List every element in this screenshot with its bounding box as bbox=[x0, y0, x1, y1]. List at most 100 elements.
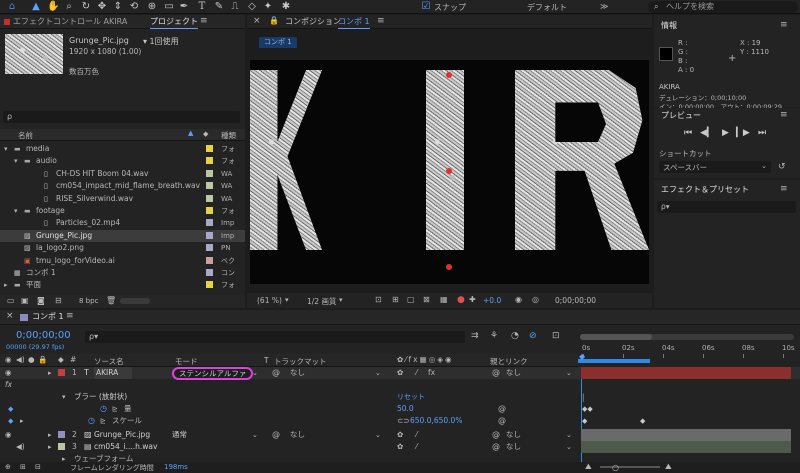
property-value[interactable]: 50.0 bbox=[397, 403, 414, 415]
help-search[interactable]: ⌕ ヘルプを検索 bbox=[648, 1, 798, 13]
timeline-search-input[interactable]: ρ▾ bbox=[85, 331, 465, 343]
tab-project[interactable]: プロジェクト bbox=[150, 15, 198, 29]
quality-switch-icon[interactable]: ⁄ bbox=[416, 367, 417, 379]
pickwhip-icon[interactable]: @ bbox=[498, 403, 506, 415]
layer-row[interactable]: ◀) ▸ 3 ▤ cm054_i....h.wav ✿ ⁄ @ なし ⌄ bbox=[0, 441, 800, 453]
zoom-tool-icon[interactable]: ⌕ bbox=[63, 1, 75, 13]
toggle-modes-icon[interactable]: ⊞ bbox=[20, 463, 26, 471]
label-color-swatch[interactable] bbox=[206, 145, 213, 152]
composition-viewer[interactable]: K I R bbox=[250, 60, 649, 284]
chevron-down-icon[interactable]: ⌄ bbox=[252, 429, 258, 441]
mask-icon[interactable]: ▢ bbox=[407, 295, 415, 304]
switches-column-icons[interactable]: ✿⁄fx▦◎◈◉ bbox=[397, 355, 454, 364]
pickwhip-icon[interactable]: @ bbox=[492, 429, 500, 441]
reset-link[interactable]: リセット bbox=[397, 391, 425, 403]
project-item[interactable]: ▯ Particles_02.mp4 Imp bbox=[0, 217, 245, 229]
orbit-tool-icon[interactable]: ↻ bbox=[80, 1, 92, 13]
pan-tool-icon[interactable]: ✥ bbox=[96, 1, 108, 13]
pen-tool-icon[interactable]: ✒ bbox=[178, 1, 190, 13]
label-color-swatch[interactable] bbox=[206, 194, 213, 202]
new-folder-icon[interactable]: ▣ bbox=[21, 296, 29, 305]
layer-name[interactable]: cm054_i....h.wav bbox=[94, 441, 157, 453]
chevron-down-icon[interactable]: ▾ bbox=[14, 155, 18, 167]
column-source-name[interactable]: ソース名 bbox=[94, 356, 124, 367]
label-color-swatch[interactable] bbox=[206, 281, 213, 289]
brush-tool-icon[interactable]: ✎ bbox=[213, 1, 225, 13]
current-time[interactable]: 0;00;00;00 bbox=[555, 296, 596, 305]
mode-dropdown[interactable]: 通常 bbox=[172, 429, 187, 441]
exposure-icon[interactable]: ✚ bbox=[469, 295, 476, 304]
keyframe-icon[interactable]: ◆ bbox=[582, 415, 587, 427]
comp-breadcrumb[interactable]: コンポ 1 bbox=[259, 37, 297, 48]
constrain-proportions-icon[interactable]: ⊂⊃ bbox=[397, 415, 410, 427]
stopwatch-icon[interactable]: ◷ bbox=[88, 415, 95, 427]
home-icon[interactable]: ⌂ bbox=[6, 1, 18, 13]
preserve-transparency-icon[interactable]: @ bbox=[272, 367, 280, 379]
pickwhip-icon[interactable]: @ bbox=[492, 441, 500, 453]
motion-blur-icon[interactable]: ⊘ bbox=[529, 331, 537, 341]
property-row[interactable]: ◆ ▸ ◷ ⊵ スケール ⊂⊃ 650.0,650.0% @ ◆ ◆ bbox=[0, 415, 800, 427]
resolution-dropdown[interactable]: 1/2 画質 bbox=[307, 296, 336, 307]
stopwatch-icon[interactable]: ◷ bbox=[100, 403, 107, 415]
keyframe-nav-icon[interactable]: ◆ bbox=[8, 403, 13, 415]
chevron-right-icon[interactable]: ▸ bbox=[48, 367, 52, 379]
project-item[interactable]: ▾ ▬ media フォ bbox=[0, 143, 245, 155]
type-tool-icon[interactable]: T bbox=[196, 1, 208, 13]
panel-menu-icon[interactable]: ≡ bbox=[780, 184, 788, 194]
time-ruler[interactable]: 0s 02s 04s 06s 08s 10s ◆ bbox=[578, 330, 800, 367]
fast-preview-icon[interactable]: ⊡ bbox=[375, 295, 382, 304]
channel-icon[interactable]: ● bbox=[457, 295, 465, 305]
label-color-swatch[interactable] bbox=[206, 207, 213, 214]
panel-menu-icon[interactable]: ≡ bbox=[66, 311, 74, 321]
zoom-in-icon[interactable]: ⛰ bbox=[665, 462, 672, 472]
visibility-icon[interactable]: ◉ bbox=[5, 367, 12, 379]
zoom-slider-handle-icon[interactable]: ○ bbox=[612, 463, 619, 472]
close-icon[interactable]: × bbox=[253, 16, 261, 26]
selection-tool-icon[interactable]: ▲ bbox=[30, 1, 42, 13]
tab-timeline-comp[interactable]: コンポ 1 bbox=[32, 310, 64, 324]
column-t[interactable]: T bbox=[264, 356, 269, 365]
work-area-handle[interactable] bbox=[580, 334, 652, 340]
rotate-tool-icon[interactable]: ⟲ bbox=[128, 1, 140, 13]
anchor-point-mid[interactable] bbox=[446, 168, 452, 174]
comp-flowchart-icon[interactable]: ⇉ bbox=[471, 331, 479, 341]
label-color-swatch[interactable] bbox=[206, 256, 213, 264]
quality-switch-icon[interactable]: ⁄ bbox=[416, 429, 417, 441]
zoom-out-icon[interactable]: ⛰ bbox=[585, 462, 592, 472]
keyframe-icon[interactable]: ◆◆ bbox=[582, 403, 593, 415]
draft-3d-icon[interactable]: ⚘ bbox=[490, 331, 498, 341]
column-trackmatte[interactable]: トラックマット bbox=[274, 356, 327, 367]
trackmatte-dropdown[interactable]: なし bbox=[290, 367, 305, 379]
grid-icon[interactable]: ⊞ bbox=[392, 295, 399, 304]
panel-menu-icon[interactable]: ≡ bbox=[200, 16, 208, 26]
shortcut-dropdown[interactable]: スペースバー ⌄ bbox=[659, 161, 771, 173]
chevron-right-icon[interactable]: ▸ bbox=[48, 441, 52, 453]
effects-search-input[interactable]: ρ▾ bbox=[657, 201, 796, 213]
panel-menu-icon[interactable]: ≡ bbox=[780, 110, 788, 120]
preserve-transparency-icon[interactable]: @ bbox=[272, 429, 280, 441]
number-column-icon[interactable]: # bbox=[70, 355, 76, 364]
label-color-swatch[interactable] bbox=[206, 269, 213, 276]
column-mode[interactable]: モード bbox=[175, 356, 198, 367]
visibility-icon[interactable]: ◉ bbox=[5, 429, 12, 441]
chevron-down-icon[interactable]: ⌄ bbox=[375, 429, 381, 441]
anchor-point-top[interactable] bbox=[446, 72, 452, 78]
project-item[interactable]: ▯ RISE_Silverwind.wav WA bbox=[0, 193, 245, 205]
first-frame-icon[interactable]: ⏮ bbox=[684, 128, 692, 138]
chevron-down-icon[interactable]: ▾ bbox=[14, 205, 18, 217]
quality-switch-icon[interactable]: ⁄ bbox=[416, 441, 417, 453]
layer-name[interactable]: AKIRA bbox=[94, 367, 133, 379]
graph-editor-icon[interactable]: ⊡ bbox=[552, 331, 560, 341]
chevron-right-icon[interactable]: ▸ bbox=[20, 415, 24, 427]
project-item[interactable]: ▸ ▬ 平面 フォ bbox=[0, 279, 245, 291]
shy-switch-icon[interactable]: ✿ bbox=[397, 441, 403, 453]
interpret-footage-icon[interactable]: ▭ bbox=[7, 296, 15, 305]
tab-composition-name[interactable]: コンポ 1 bbox=[338, 15, 370, 29]
property-row[interactable]: ◆ ◷ ⊵ 量 50.0 @ ◆◆ bbox=[0, 403, 800, 415]
timeline-timecode[interactable]: 0;00;00;00 bbox=[16, 330, 71, 341]
workspace-menu-icon[interactable]: ≫ bbox=[600, 2, 608, 11]
thumbnail-size-slider[interactable] bbox=[120, 298, 150, 304]
adjust-icon[interactable]: ⊟ bbox=[55, 296, 62, 305]
sort-ascending-icon[interactable]: ▲ bbox=[188, 129, 193, 137]
column-parent[interactable]: 親とリンク bbox=[490, 356, 528, 367]
